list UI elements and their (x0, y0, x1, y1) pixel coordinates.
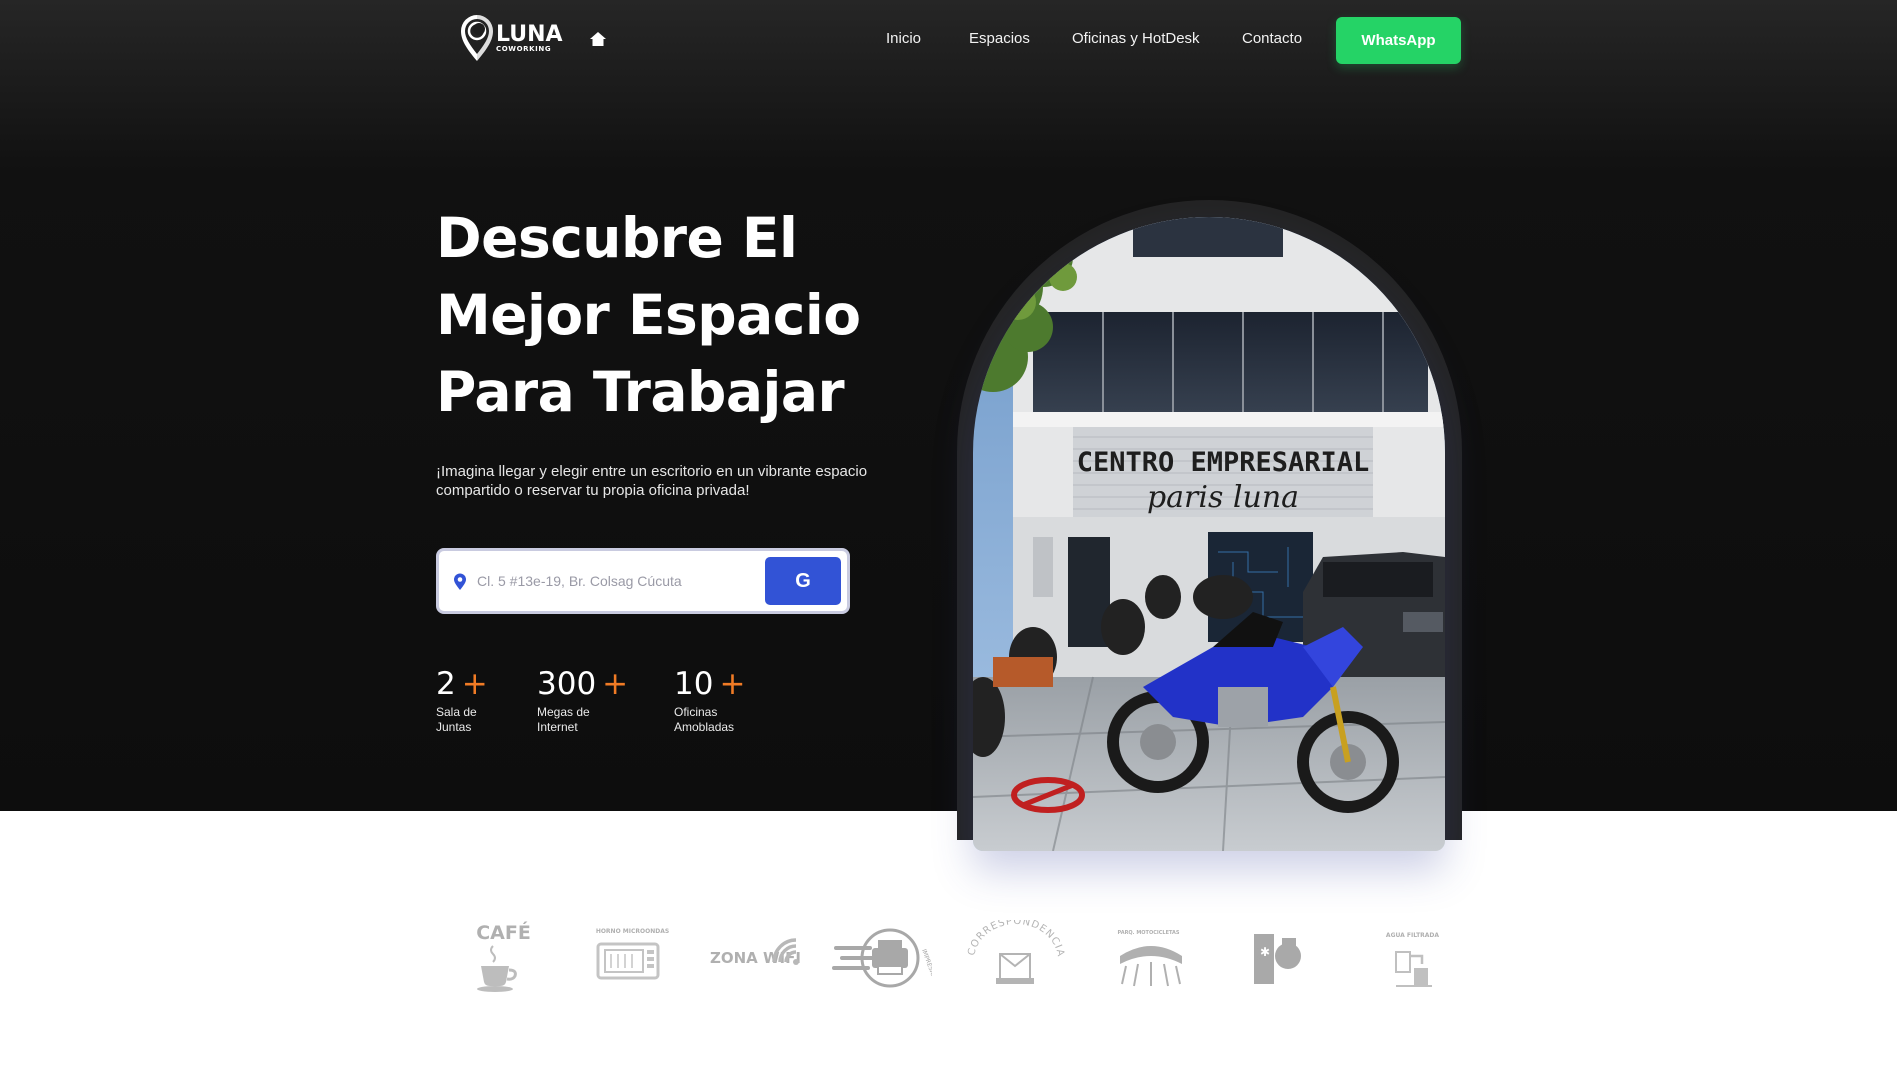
nav-contacto[interactable]: Contacto (1242, 30, 1302, 47)
moon-pin-icon (461, 15, 493, 61)
google-maps-button[interactable]: G (765, 557, 841, 605)
nav-inicio[interactable]: Inicio (886, 30, 921, 47)
amenity-label: AGUA FILTRADA (1385, 932, 1440, 939)
nav-oficinas-hotdesk[interactable]: Oficinas y HotDesk (1072, 30, 1200, 47)
amenity-microwave: HORNO MICROONDAS (580, 920, 685, 995)
sign-line-2: paris luna (1147, 480, 1299, 515)
stat-label: Sala de Juntas (436, 705, 477, 734)
location-search-input[interactable] (477, 567, 747, 595)
location-pin-icon (454, 573, 466, 590)
stat-number: 300 (537, 666, 597, 702)
hero-headline: Descubre El Mejor Espacio Para Trabajar (436, 200, 896, 431)
headline-line-3: Para Trabajar (436, 360, 845, 424)
stat-label: Megas de Internet (537, 705, 590, 734)
sign-line-1: CENTRO EMPRESARIAL (1077, 447, 1370, 478)
parking-icon (1120, 946, 1182, 987)
water-tap-icon (1395, 951, 1432, 987)
stat-plus: + (602, 666, 629, 702)
amenity-printing: IMPRESIONES (832, 920, 937, 995)
amenity-label: CAFÉ (476, 922, 531, 944)
stat-number: 10 (674, 666, 714, 702)
nav-espacios[interactable]: Espacios (969, 30, 1030, 47)
stat-meeting-rooms: 2 + Sala de Juntas (436, 665, 488, 735)
amenity-motorcycle-parking: PARQ. MOTOCICLETAS (1096, 920, 1201, 995)
svg-text:CORRESPONDENCIA: CORRESPONDENCIA (966, 920, 1066, 958)
stat-number: 2 (436, 666, 456, 702)
coffee-cup-icon (477, 945, 517, 992)
headline-line-2: Mejor Espacio (436, 283, 861, 347)
location-search-bar: G (436, 548, 850, 614)
headline-line-1: Descubre El (436, 206, 798, 270)
amenity-label: HORNO MICROONDAS (595, 928, 670, 935)
stat-offices: 10 + Oficinas Amobladas (674, 665, 745, 735)
amenity-label: IMPRESIONES (920, 948, 932, 989)
logo[interactable]: LUNA COWORKING (458, 14, 563, 62)
microwave-icon (596, 942, 660, 980)
amenity-filtered-water: AGUA FILTRADA (1360, 920, 1465, 995)
building-illustration: CENTRO EMPRESARIAL paris luna (973, 217, 1445, 851)
amenity-cafe: CAFÉ (451, 920, 556, 995)
amenity-fridge: ✱ NEVERA (1228, 920, 1333, 995)
wifi-icon (772, 938, 799, 965)
amenity-correspondence: CORRESPONDENCIA (966, 920, 1071, 995)
svg-text:✱: ✱ (1260, 945, 1270, 959)
stat-label: Oficinas Amobladas (674, 705, 735, 734)
fridge-icon: ✱ NEVERA (1254, 934, 1301, 984)
printer-icon: IMPRESIONES (832, 928, 932, 989)
amenity-wifi: ZONA WIFI (706, 920, 811, 995)
amenity-label: NEVERA (1255, 940, 1261, 961)
logo-word: LUNA (496, 21, 563, 47)
stat-internet: 300 + Megas de Internet (537, 665, 628, 735)
stat-plus: + (461, 666, 488, 702)
hero-section (0, 0, 1897, 811)
stat-plus: + (719, 666, 746, 702)
building-photo: CENTRO EMPRESARIAL paris luna (973, 217, 1445, 851)
mail-icon: CORRESPONDENCIA (966, 920, 1066, 984)
hero-subtitle: ¡Imagina llegar y elegir entre un escrit… (436, 463, 868, 499)
whatsapp-button[interactable]: WhatsApp (1336, 17, 1461, 64)
home-icon[interactable] (589, 31, 607, 47)
amenity-label: CORRESPONDENCIA (966, 920, 1065, 958)
